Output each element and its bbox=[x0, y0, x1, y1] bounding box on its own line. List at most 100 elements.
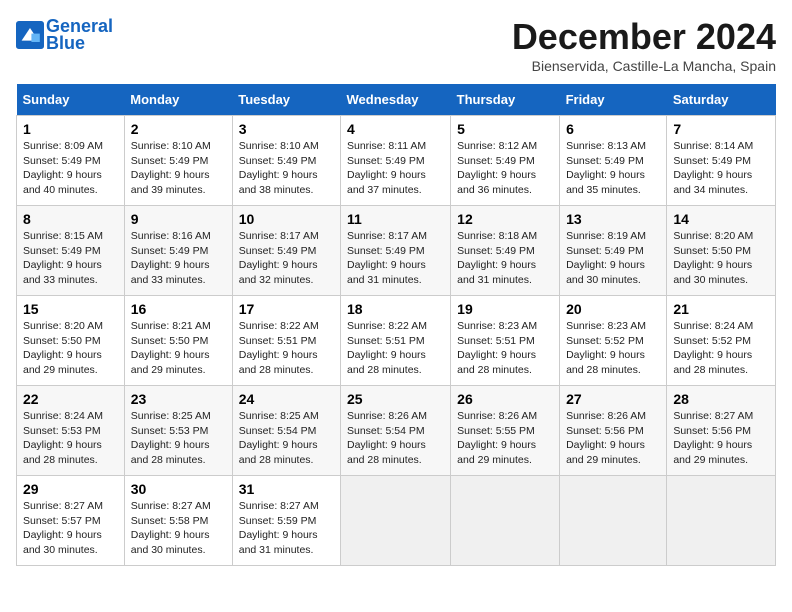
table-row: 28 Sunrise: 8:27 AM Sunset: 5:56 PM Dayli… bbox=[667, 386, 776, 476]
day-info: Sunrise: 8:18 AM Sunset: 5:49 PM Dayligh… bbox=[457, 229, 553, 288]
day-info: Sunrise: 8:17 AM Sunset: 5:49 PM Dayligh… bbox=[347, 229, 444, 288]
calendar-table: Sunday Monday Tuesday Wednesday Thursday… bbox=[16, 84, 776, 566]
day-info: Sunrise: 8:27 AM Sunset: 5:58 PM Dayligh… bbox=[131, 499, 226, 558]
table-row: 25 Sunrise: 8:26 AM Sunset: 5:54 PM Dayli… bbox=[340, 386, 450, 476]
day-number: 18 bbox=[347, 301, 444, 317]
day-info: Sunrise: 8:22 AM Sunset: 5:51 PM Dayligh… bbox=[347, 319, 444, 378]
day-info: Sunrise: 8:21 AM Sunset: 5:50 PM Dayligh… bbox=[131, 319, 226, 378]
day-number: 30 bbox=[131, 481, 226, 497]
day-number: 20 bbox=[566, 301, 660, 317]
table-row: 21 Sunrise: 8:24 AM Sunset: 5:52 PM Dayli… bbox=[667, 296, 776, 386]
calendar-week-row: 22Sunrise: 8:24 AM Sunset: 5:53 PM Dayli… bbox=[17, 386, 776, 476]
day-number: 26 bbox=[457, 391, 553, 407]
day-info: Sunrise: 8:10 AM Sunset: 5:49 PM Dayligh… bbox=[131, 139, 226, 198]
day-info: Sunrise: 8:14 AM Sunset: 5:49 PM Dayligh… bbox=[673, 139, 769, 198]
table-row: 7 Sunrise: 8:14 AM Sunset: 5:49 PM Daylig… bbox=[667, 116, 776, 206]
day-number: 3 bbox=[239, 121, 334, 137]
col-monday: Monday bbox=[124, 84, 232, 116]
table-row: 8 Sunrise: 8:15 AM Sunset: 5:49 PM Daylig… bbox=[17, 206, 125, 296]
day-number: 4 bbox=[347, 121, 444, 137]
day-number: 28 bbox=[673, 391, 769, 407]
calendar-week-row: 29 Sunrise: 8:27 AM Sunset: 5:57 PM Dayli… bbox=[17, 476, 776, 566]
calendar-header-row: Sunday Monday Tuesday Wednesday Thursday… bbox=[17, 84, 776, 116]
day-info: Sunrise: 8:11 AM Sunset: 5:49 PM Dayligh… bbox=[347, 139, 444, 198]
day-number: 22 bbox=[23, 391, 118, 407]
day-info: Sunrise: 8:23 AM Sunset: 5:52 PM Dayligh… bbox=[566, 319, 660, 378]
day-number: 17 bbox=[239, 301, 334, 317]
location: Bienservida, Castille-La Mancha, Spain bbox=[512, 58, 776, 74]
table-row: 13Sunrise: 8:19 AM Sunset: 5:49 PM Dayli… bbox=[560, 206, 667, 296]
day-number: 29 bbox=[23, 481, 118, 497]
table-row: 5 Sunrise: 8:12 AM Sunset: 5:49 PM Daylig… bbox=[451, 116, 560, 206]
title-area: December 2024 Bienservida, Castille-La M… bbox=[512, 16, 776, 74]
day-number: 25 bbox=[347, 391, 444, 407]
month-title: December 2024 bbox=[512, 16, 776, 58]
col-wednesday: Wednesday bbox=[340, 84, 450, 116]
table-row: 15 Sunrise: 8:20 AM Sunset: 5:50 PM Dayli… bbox=[17, 296, 125, 386]
table-row: 23Sunrise: 8:25 AM Sunset: 5:53 PM Dayli… bbox=[124, 386, 232, 476]
day-info: Sunrise: 8:26 AM Sunset: 5:54 PM Dayligh… bbox=[347, 409, 444, 468]
day-info: Sunrise: 8:24 AM Sunset: 5:52 PM Dayligh… bbox=[673, 319, 769, 378]
table-row: 1 Sunrise: 8:09 AM Sunset: 5:49 PM Daylig… bbox=[17, 116, 125, 206]
calendar-week-row: 1 Sunrise: 8:09 AM Sunset: 5:49 PM Daylig… bbox=[17, 116, 776, 206]
table-row bbox=[667, 476, 776, 566]
day-number: 11 bbox=[347, 211, 444, 227]
table-row bbox=[560, 476, 667, 566]
day-number: 10 bbox=[239, 211, 334, 227]
day-info: Sunrise: 8:25 AM Sunset: 5:54 PM Dayligh… bbox=[239, 409, 334, 468]
table-row: 24 Sunrise: 8:25 AM Sunset: 5:54 PM Dayli… bbox=[232, 386, 340, 476]
col-sunday: Sunday bbox=[17, 84, 125, 116]
page-header: General Blue December 2024 Bienservida, … bbox=[16, 16, 776, 74]
table-row: 3Sunrise: 8:10 AM Sunset: 5:49 PM Daylig… bbox=[232, 116, 340, 206]
table-row: 14Sunrise: 8:20 AM Sunset: 5:50 PM Dayli… bbox=[667, 206, 776, 296]
table-row: 22Sunrise: 8:24 AM Sunset: 5:53 PM Dayli… bbox=[17, 386, 125, 476]
day-info: Sunrise: 8:27 AM Sunset: 5:57 PM Dayligh… bbox=[23, 499, 118, 558]
day-number: 9 bbox=[131, 211, 226, 227]
table-row: 19Sunrise: 8:23 AM Sunset: 5:51 PM Dayli… bbox=[451, 296, 560, 386]
day-info: Sunrise: 8:26 AM Sunset: 5:56 PM Dayligh… bbox=[566, 409, 660, 468]
day-number: 15 bbox=[23, 301, 118, 317]
day-number: 7 bbox=[673, 121, 769, 137]
day-number: 2 bbox=[131, 121, 226, 137]
table-row: 10 Sunrise: 8:17 AM Sunset: 5:49 PM Dayli… bbox=[232, 206, 340, 296]
logo-icon bbox=[16, 21, 44, 49]
table-row bbox=[340, 476, 450, 566]
table-row: 4 Sunrise: 8:11 AM Sunset: 5:49 PM Daylig… bbox=[340, 116, 450, 206]
table-row: 9 Sunrise: 8:16 AM Sunset: 5:49 PM Daylig… bbox=[124, 206, 232, 296]
day-info: Sunrise: 8:20 AM Sunset: 5:50 PM Dayligh… bbox=[23, 319, 118, 378]
day-number: 16 bbox=[131, 301, 226, 317]
day-info: Sunrise: 8:27 AM Sunset: 5:59 PM Dayligh… bbox=[239, 499, 334, 558]
day-info: Sunrise: 8:20 AM Sunset: 5:50 PM Dayligh… bbox=[673, 229, 769, 288]
day-number: 1 bbox=[23, 121, 118, 137]
table-row: 18 Sunrise: 8:22 AM Sunset: 5:51 PM Dayli… bbox=[340, 296, 450, 386]
table-row: 30 Sunrise: 8:27 AM Sunset: 5:58 PM Dayli… bbox=[124, 476, 232, 566]
day-info: Sunrise: 8:09 AM Sunset: 5:49 PM Dayligh… bbox=[23, 139, 118, 198]
day-number: 31 bbox=[239, 481, 334, 497]
day-number: 24 bbox=[239, 391, 334, 407]
day-number: 5 bbox=[457, 121, 553, 137]
col-friday: Friday bbox=[560, 84, 667, 116]
day-info: Sunrise: 8:17 AM Sunset: 5:49 PM Dayligh… bbox=[239, 229, 334, 288]
day-info: Sunrise: 8:22 AM Sunset: 5:51 PM Dayligh… bbox=[239, 319, 334, 378]
day-number: 23 bbox=[131, 391, 226, 407]
table-row: 2 Sunrise: 8:10 AM Sunset: 5:49 PM Daylig… bbox=[124, 116, 232, 206]
day-number: 8 bbox=[23, 211, 118, 227]
day-info: Sunrise: 8:26 AM Sunset: 5:55 PM Dayligh… bbox=[457, 409, 553, 468]
day-info: Sunrise: 8:12 AM Sunset: 5:49 PM Dayligh… bbox=[457, 139, 553, 198]
day-number: 21 bbox=[673, 301, 769, 317]
day-info: Sunrise: 8:16 AM Sunset: 5:49 PM Dayligh… bbox=[131, 229, 226, 288]
col-tuesday: Tuesday bbox=[232, 84, 340, 116]
table-row: 11 Sunrise: 8:17 AM Sunset: 5:49 PM Dayli… bbox=[340, 206, 450, 296]
table-row: 29 Sunrise: 8:27 AM Sunset: 5:57 PM Dayli… bbox=[17, 476, 125, 566]
day-info: Sunrise: 8:19 AM Sunset: 5:49 PM Dayligh… bbox=[566, 229, 660, 288]
table-row bbox=[451, 476, 560, 566]
day-info: Sunrise: 8:15 AM Sunset: 5:49 PM Dayligh… bbox=[23, 229, 118, 288]
day-info: Sunrise: 8:27 AM Sunset: 5:56 PM Dayligh… bbox=[673, 409, 769, 468]
calendar-week-row: 8 Sunrise: 8:15 AM Sunset: 5:49 PM Daylig… bbox=[17, 206, 776, 296]
table-row: 16 Sunrise: 8:21 AM Sunset: 5:50 PM Dayli… bbox=[124, 296, 232, 386]
col-thursday: Thursday bbox=[451, 84, 560, 116]
table-row: 20 Sunrise: 8:23 AM Sunset: 5:52 PM Dayli… bbox=[560, 296, 667, 386]
calendar-week-row: 15 Sunrise: 8:20 AM Sunset: 5:50 PM Dayli… bbox=[17, 296, 776, 386]
table-row: 26 Sunrise: 8:26 AM Sunset: 5:55 PM Dayli… bbox=[451, 386, 560, 476]
day-number: 12 bbox=[457, 211, 553, 227]
